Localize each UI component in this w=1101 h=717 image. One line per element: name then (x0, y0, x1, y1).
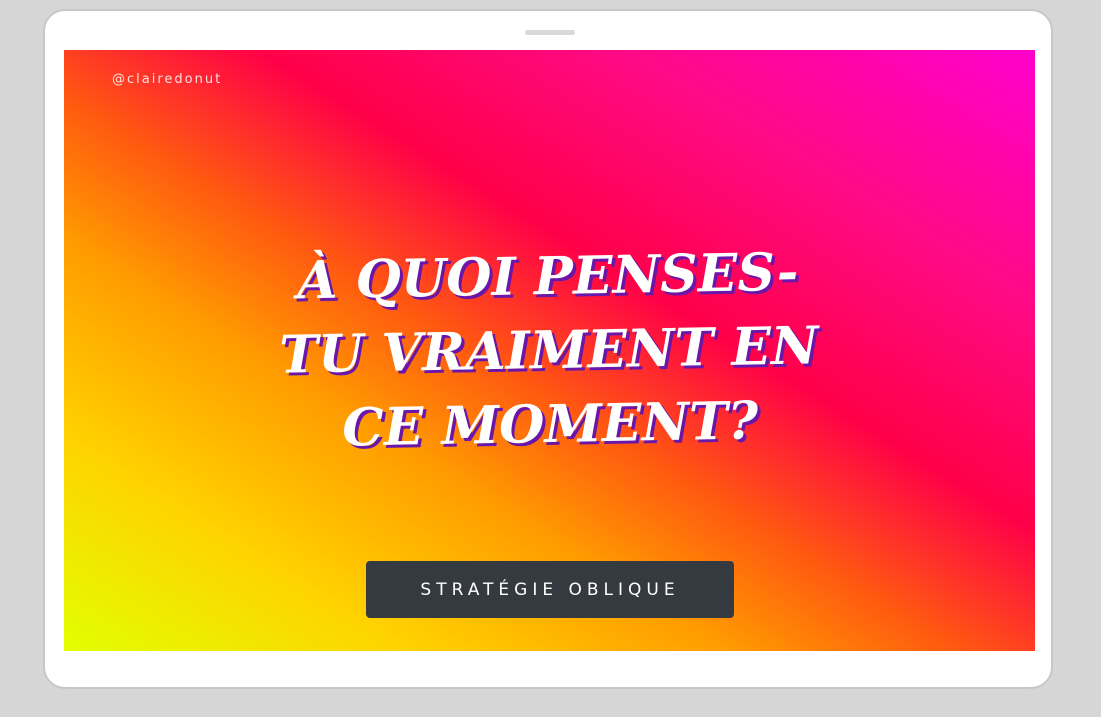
prompt-question: À quoi penses-tu vraiment en ce moment? (278, 241, 820, 459)
device-frame: @clairedonut À quoi penses-tu vraiment e… (43, 9, 1053, 689)
gradient-screen: @clairedonut À quoi penses-tu vraiment e… (64, 50, 1035, 651)
author-handle: @clairedonut (112, 72, 223, 87)
oblique-strategy-button[interactable]: STRATÉGIE OBLIQUE (366, 561, 734, 618)
device-notch (525, 30, 575, 35)
